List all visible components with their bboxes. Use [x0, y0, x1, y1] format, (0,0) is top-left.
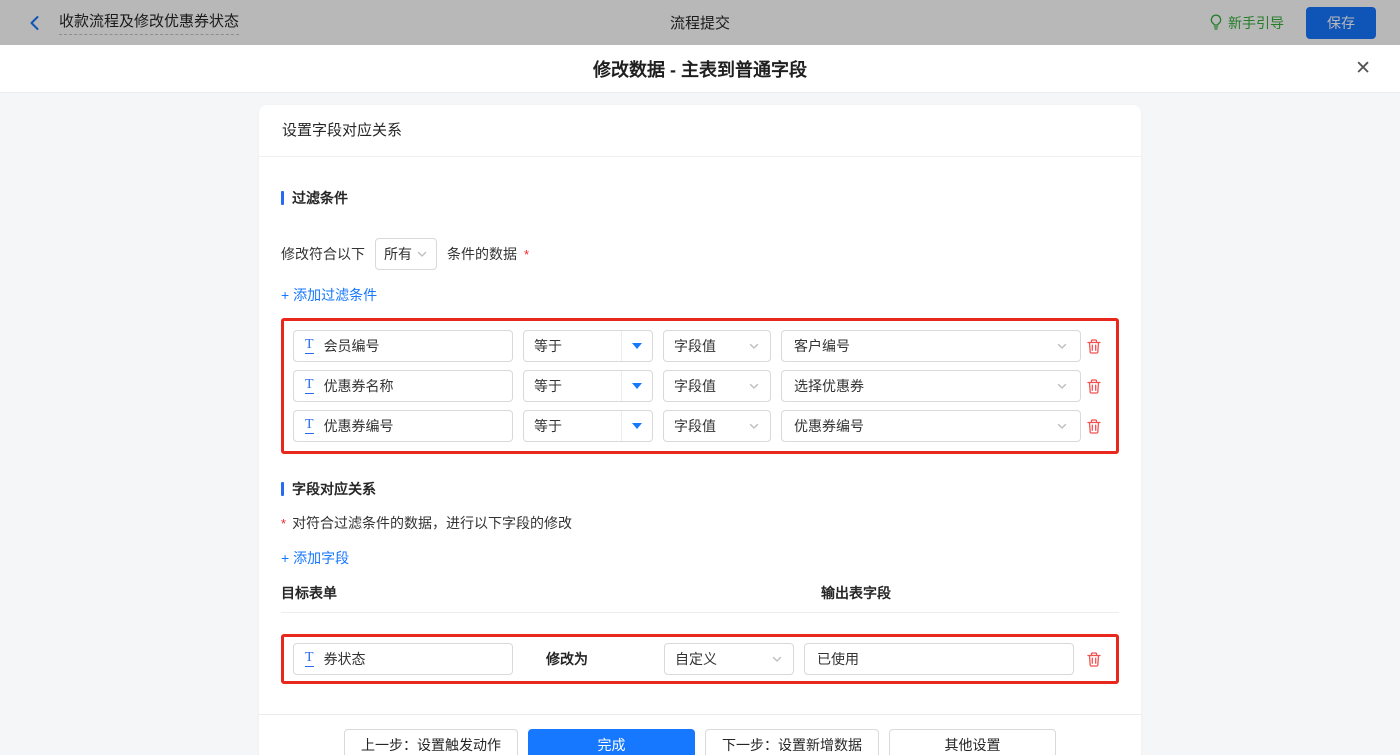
top-bar: 收款流程及修改优惠券状态 流程提交 新手引导 保存 [0, 0, 1400, 45]
modal-title: 修改数据 - 主表到普通字段 [593, 56, 807, 82]
operator-value: 等于 [524, 371, 621, 401]
chevron-down-icon [748, 380, 760, 392]
trash-icon [1086, 651, 1102, 668]
field-mapping-card: 设置字段对应关系 过滤条件 修改符合以下 所有 条件的数据 * + 添加过滤条件 [259, 105, 1141, 755]
mapping-hint-text: 对符合过滤条件的数据，进行以下字段的修改 [292, 515, 572, 531]
target-field-input[interactable]: T 券状态 [293, 643, 513, 675]
mapping-section-title: 字段对应关系 [281, 454, 1119, 499]
triangle-down-icon [632, 343, 642, 349]
compare-field-value: 客户编号 [794, 336, 850, 356]
text-field-icon: T [305, 651, 314, 667]
match-mode-value: 所有 [384, 244, 412, 264]
add-filter-condition-link[interactable]: + 添加过滤条件 [281, 283, 377, 307]
modify-mode-value: 自定义 [675, 649, 717, 669]
chevron-down-icon [771, 653, 783, 665]
operator-dropdown-toggle[interactable] [621, 371, 652, 401]
match-suffix-label: 条件的数据 [447, 244, 517, 264]
filter-condition-row: T 优惠券编号 等于 字段值 优惠券编号 [293, 410, 1107, 442]
match-mode-select[interactable]: 所有 [375, 238, 437, 270]
filter-field-value: 优惠券编号 [324, 416, 394, 436]
compare-field-value: 选择优惠券 [794, 376, 864, 396]
modal-header: 修改数据 - 主表到普通字段 ✕ [0, 45, 1400, 93]
close-icon: ✕ [1355, 58, 1371, 79]
value-type-select[interactable]: 字段值 [663, 330, 771, 362]
mapping-section-label: 字段对应关系 [292, 479, 376, 499]
compare-field-select[interactable]: 客户编号 [781, 330, 1081, 362]
close-button[interactable]: ✕ [1351, 55, 1375, 82]
triangle-down-icon [632, 383, 642, 389]
section-bar-icon [281, 482, 284, 496]
mapping-table-header: 目标表单 输出表字段 [281, 583, 1119, 613]
card-content: 过滤条件 修改符合以下 所有 条件的数据 * + 添加过滤条件 T 会员编号 [259, 157, 1141, 684]
filter-field-input[interactable]: T 会员编号 [293, 330, 513, 362]
other-settings-button[interactable]: 其他设置 [889, 729, 1056, 755]
output-field-column-header: 输出表字段 [821, 583, 891, 603]
done-button[interactable]: 完成 [528, 729, 695, 755]
text-field-icon: T [305, 378, 314, 394]
delete-condition-button[interactable] [1084, 376, 1104, 397]
value-type-value: 字段值 [674, 416, 716, 436]
mapping-row-highlight-box: T 券状态 修改为 自定义 已使用 [281, 634, 1119, 684]
required-mark: * [524, 247, 529, 262]
chevron-down-icon [1056, 380, 1068, 392]
filter-condition-row: T 会员编号 等于 字段值 客户编号 [293, 330, 1107, 362]
prev-step-button[interactable]: 上一步：设置触发动作 [344, 729, 518, 755]
chevron-down-icon [748, 340, 760, 352]
filter-field-value: 优惠券名称 [324, 376, 394, 396]
modal-backdrop [0, 0, 1400, 45]
chevron-down-icon [1056, 420, 1068, 432]
operator-select[interactable]: 等于 [523, 330, 653, 362]
value-type-select[interactable]: 字段值 [663, 370, 771, 402]
value-type-value: 字段值 [674, 336, 716, 356]
compare-field-select[interactable]: 优惠券编号 [781, 410, 1081, 442]
filter-field-input[interactable]: T 优惠券编号 [293, 410, 513, 442]
card-footer: 上一步：设置触发动作 完成 下一步：设置新增数据 其他设置 [259, 714, 1141, 755]
modify-to-label: 修改为 [546, 649, 588, 669]
filter-field-input[interactable]: T 优惠券名称 [293, 370, 513, 402]
mapping-row: T 券状态 修改为 自定义 已使用 [293, 643, 1107, 675]
add-field-link[interactable]: + 添加字段 [281, 546, 349, 570]
operator-value: 等于 [524, 411, 621, 441]
section-bar-icon [281, 191, 284, 205]
chevron-down-icon [416, 248, 428, 260]
compare-field-select[interactable]: 选择优惠券 [781, 370, 1081, 402]
filter-section-label: 过滤条件 [292, 188, 348, 208]
value-type-value: 字段值 [674, 376, 716, 396]
delete-mapping-button[interactable] [1084, 649, 1104, 670]
edit-data-modal: 修改数据 - 主表到普通字段 ✕ 设置字段对应关系 过滤条件 修改符合以下 所有… [0, 45, 1400, 755]
operator-dropdown-toggle[interactable] [621, 411, 652, 441]
custom-value-input[interactable]: 已使用 [804, 643, 1074, 675]
chevron-down-icon [748, 420, 760, 432]
operator-dropdown-toggle[interactable] [621, 331, 652, 361]
delete-condition-button[interactable] [1084, 416, 1104, 437]
match-prefix-label: 修改符合以下 [281, 244, 365, 264]
filter-conditions-highlight-box: T 会员编号 等于 字段值 客户编号 [281, 318, 1119, 454]
text-field-icon: T [305, 418, 314, 434]
next-step-button[interactable]: 下一步：设置新增数据 [705, 729, 879, 755]
triangle-down-icon [632, 423, 642, 429]
operator-select[interactable]: 等于 [523, 410, 653, 442]
match-condition-line: 修改符合以下 所有 条件的数据 * [281, 238, 1119, 270]
filter-section-title: 过滤条件 [281, 157, 1119, 208]
custom-value-text: 已使用 [817, 649, 859, 669]
filter-field-value: 会员编号 [324, 336, 380, 356]
trash-icon [1086, 338, 1102, 355]
filter-condition-row: T 优惠券名称 等于 字段值 选择优惠券 [293, 370, 1107, 402]
mapping-hint: * 对符合过滤条件的数据，进行以下字段的修改 [281, 513, 1119, 533]
trash-icon [1086, 378, 1102, 395]
target-form-column-header: 目标表单 [281, 583, 821, 603]
trash-icon [1086, 418, 1102, 435]
operator-value: 等于 [524, 331, 621, 361]
modify-mode-select[interactable]: 自定义 [664, 643, 794, 675]
compare-field-value: 优惠券编号 [794, 416, 864, 436]
operator-select[interactable]: 等于 [523, 370, 653, 402]
delete-condition-button[interactable] [1084, 336, 1104, 357]
card-title: 设置字段对应关系 [259, 105, 1141, 157]
chevron-down-icon [1056, 340, 1068, 352]
value-type-select[interactable]: 字段值 [663, 410, 771, 442]
text-field-icon: T [305, 338, 314, 354]
target-field-value: 券状态 [324, 649, 366, 669]
required-mark: * [281, 516, 286, 531]
